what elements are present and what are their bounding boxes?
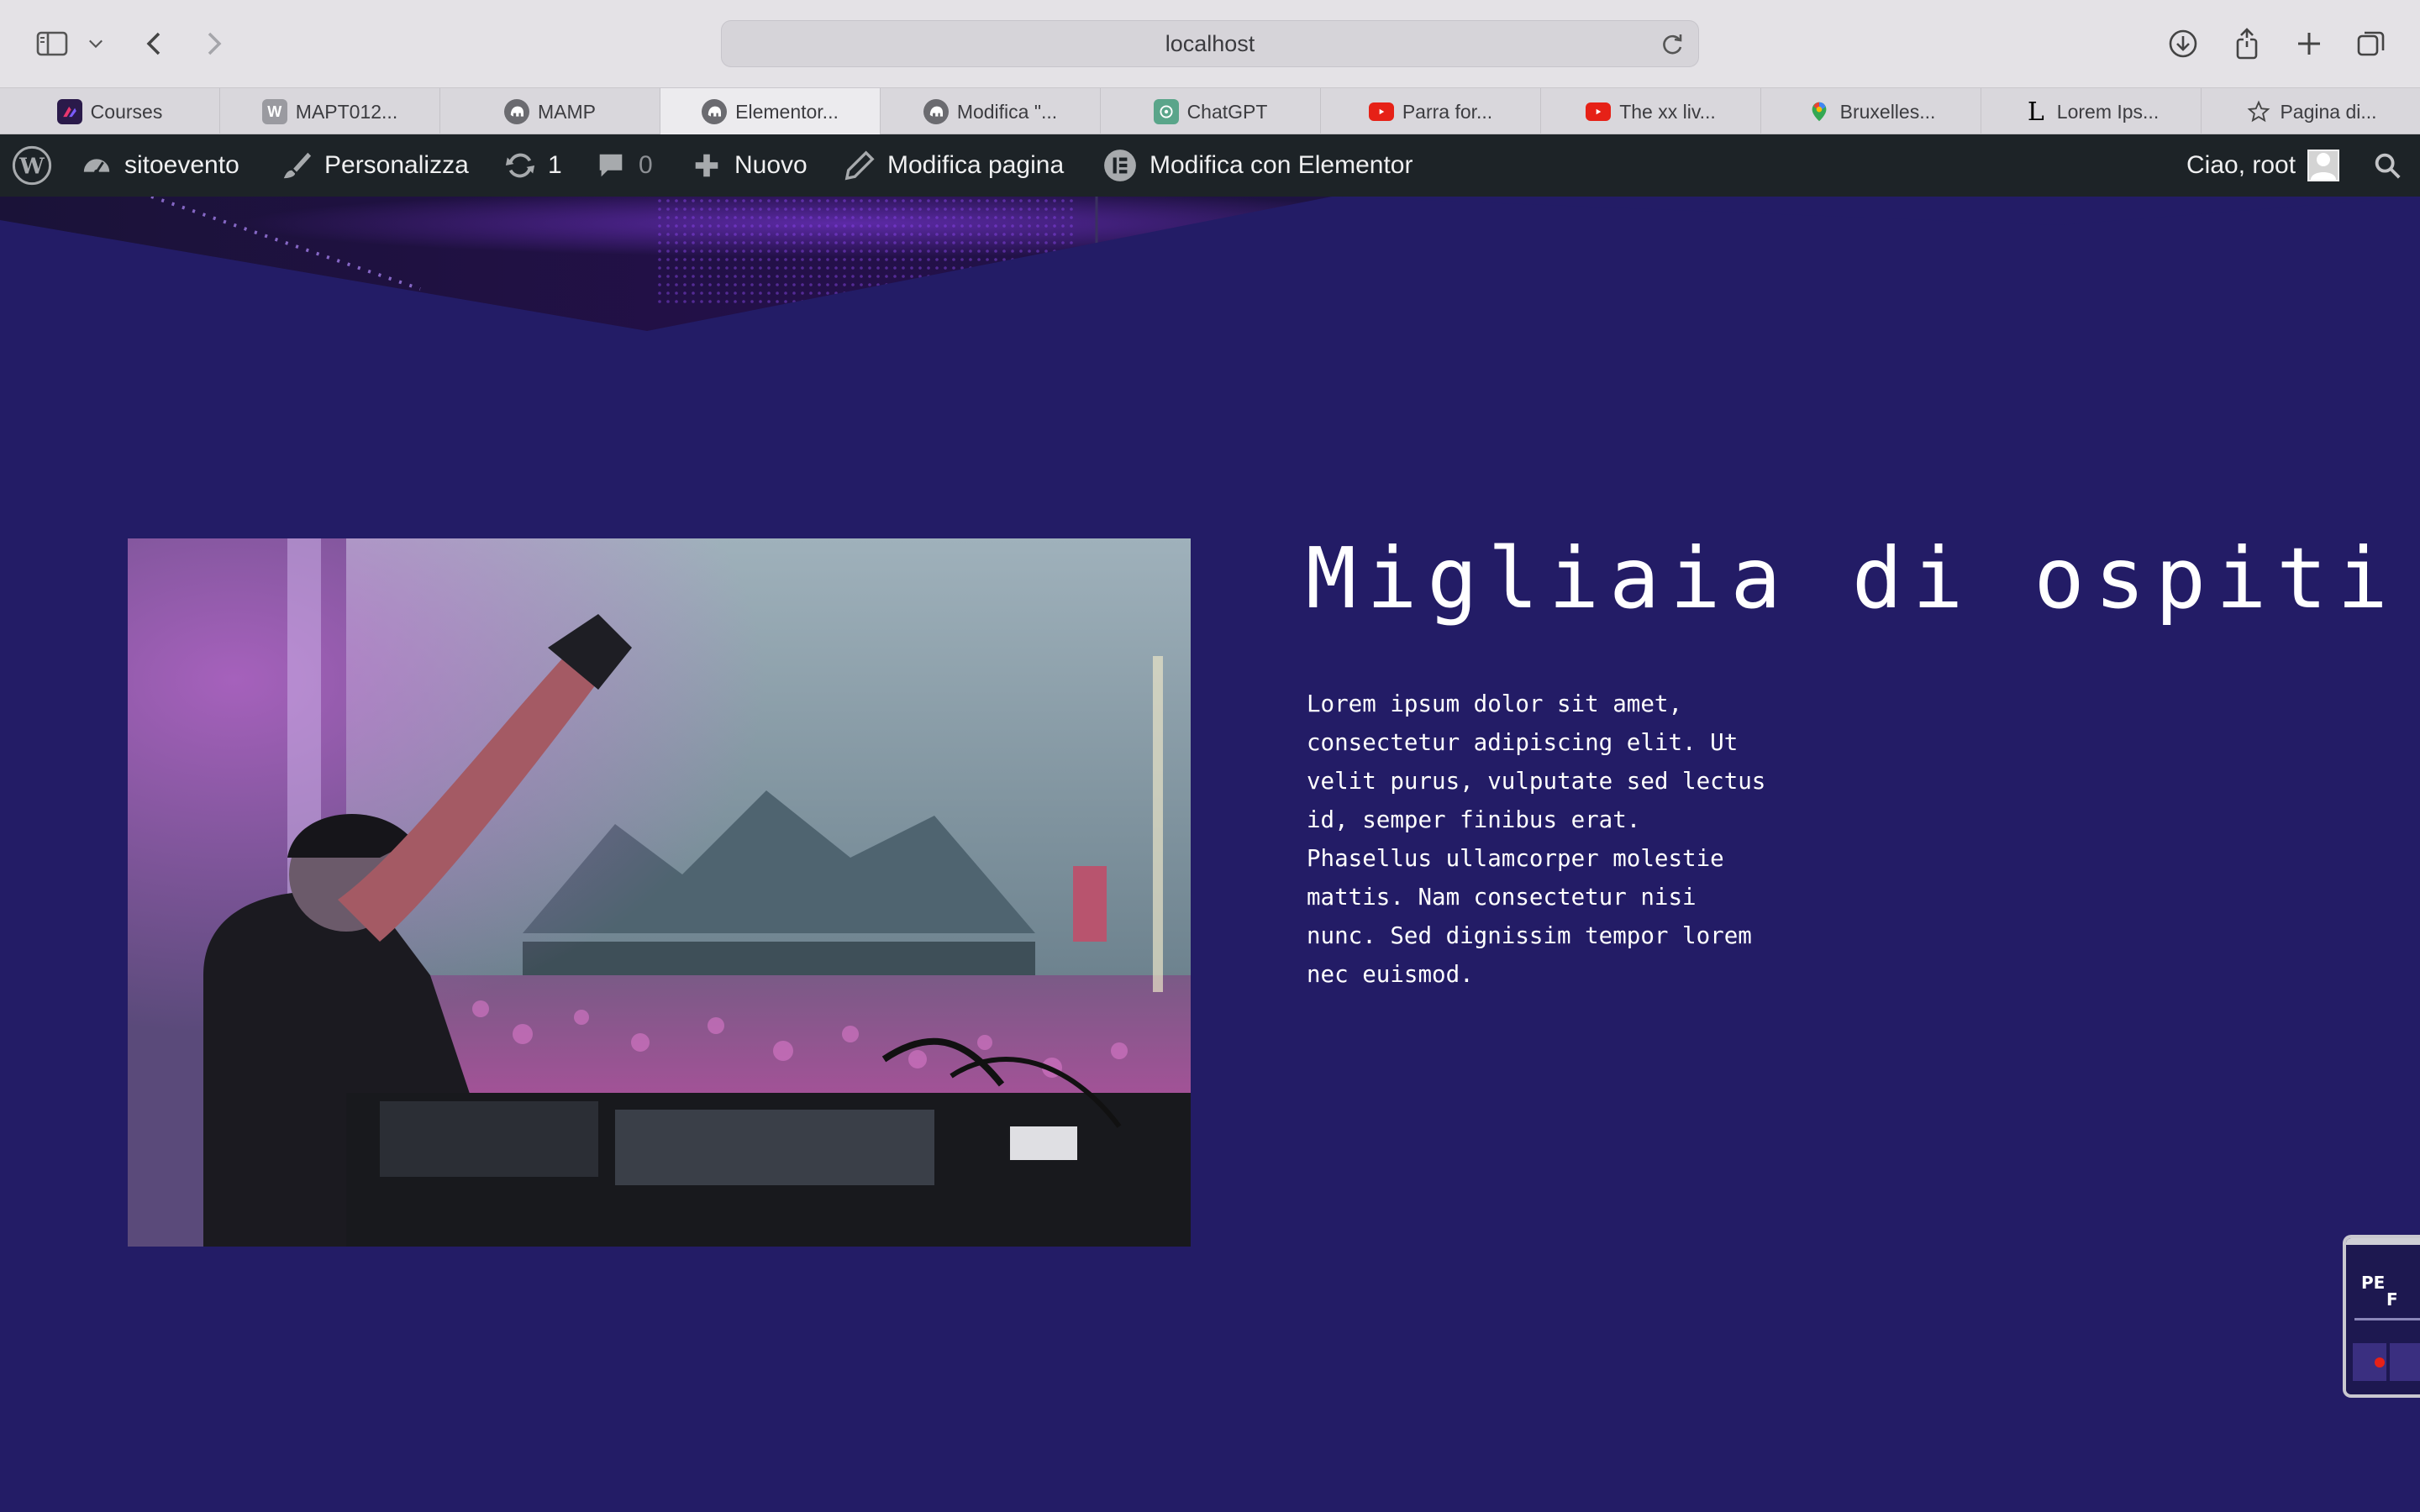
search-icon[interactable] — [2371, 134, 2403, 197]
forward-icon[interactable] — [192, 22, 235, 66]
section-heading: Migliaia di ospiti — [1306, 529, 2398, 627]
tab-label: Pagina di... — [2280, 100, 2377, 123]
chatgpt-icon — [1153, 99, 1179, 124]
comment-icon — [599, 154, 623, 177]
dj-photo — [128, 538, 1191, 1247]
new-label: Nuovo — [734, 151, 808, 179]
w-icon: W — [261, 99, 287, 124]
tab-bruxelles[interactable]: Bruxelles... — [1761, 88, 1981, 135]
svg-text:W: W — [18, 154, 45, 180]
elephant-icon — [504, 99, 529, 124]
tab-label: MAPT012... — [295, 100, 398, 123]
tab-lorem[interactable]: L Lorem Ips... — [1981, 88, 2202, 135]
tab-label: The xx liv... — [1619, 100, 1716, 123]
avatar — [2307, 150, 2340, 181]
updates-icon — [505, 153, 535, 178]
tab-label: Modifica "... — [956, 100, 1058, 123]
chevron-down-icon[interactable] — [81, 22, 111, 66]
new-tab-icon[interactable] — [2287, 22, 2331, 66]
tab-chatgpt[interactable]: ChatGPT — [1101, 88, 1321, 135]
tab-overview-icon[interactable] — [2349, 22, 2393, 66]
tab-elementor[interactable]: Elementor... — [660, 88, 881, 135]
tab-label: Bruxelles... — [1839, 100, 1936, 123]
tab-modifica[interactable]: Modifica "... — [881, 88, 1101, 135]
tab-label: MAMP — [538, 100, 596, 123]
tab-bar: Courses W MAPT012... MAMP Elementor... M… — [0, 87, 2420, 135]
comments-button[interactable]: 0 — [595, 134, 653, 197]
tab-label: Elementor... — [735, 100, 839, 123]
browser-toolbar: localhost — [0, 0, 2420, 87]
dashboard-icon — [83, 159, 110, 175]
edit-elementor-label: Modifica con Elementor — [1150, 151, 1413, 179]
reload-icon[interactable] — [1658, 30, 1686, 59]
edit-page-button[interactable]: Modifica pagina — [844, 134, 1064, 197]
customize-button[interactable]: Personalizza — [281, 134, 469, 197]
account-menu[interactable]: Ciao, root — [2186, 134, 2340, 197]
page-preview-thumbnail[interactable]: PE F — [2343, 1235, 2420, 1398]
tab-thexx[interactable]: The xx liv... — [1541, 88, 1761, 135]
svg-text:PE: PE — [2361, 1273, 2385, 1293]
plus-icon — [695, 154, 718, 177]
pencil-icon — [844, 150, 875, 181]
url-text: localhost — [1165, 30, 1255, 56]
brush-icon — [283, 152, 312, 179]
new-content-button[interactable]: Nuovo — [691, 134, 808, 197]
elementor-icon — [1104, 150, 1136, 181]
tab-mamp[interactable]: MAMP — [440, 88, 660, 135]
edit-page-label: Modifica pagina — [887, 151, 1065, 179]
star-icon — [2246, 99, 2271, 124]
section-body: Lorem ipsum dolor sit amet, consectetur … — [1307, 690, 1766, 988]
youtube-icon — [1368, 102, 1394, 121]
tab-label: Lorem Ips... — [2056, 100, 2160, 123]
youtube-icon — [1586, 102, 1612, 121]
address-bar[interactable]: localhost — [721, 20, 1699, 67]
updates-count: 1 — [548, 151, 562, 179]
customize-label: Personalizza — [324, 151, 469, 179]
courses-icon — [56, 99, 82, 124]
elephant-icon — [702, 99, 728, 124]
greeting: Ciao, root — [2186, 151, 2296, 179]
wordpress-logo-icon[interactable]: W — [12, 134, 52, 197]
download-icon[interactable] — [2161, 22, 2205, 66]
comments-count: 0 — [639, 151, 653, 179]
tab-pagina[interactable]: Pagina di... — [2202, 88, 2420, 135]
tab-label: Courses — [90, 100, 163, 123]
lorem-icon: L — [2027, 97, 2044, 127]
hero-background-strip — [0, 197, 2420, 331]
tab-label: Parra for... — [1402, 100, 1493, 123]
updates-button[interactable]: 1 — [504, 134, 562, 197]
wp-admin-bar: W sitoevento Personalizza 1 0 Nuovo Modi… — [0, 134, 2420, 197]
tab-mapt[interactable]: W MAPT012... — [220, 88, 440, 135]
tab-courses[interactable]: Courses — [0, 88, 220, 135]
site-name-menu[interactable]: sitoevento — [81, 134, 239, 197]
elephant-icon — [923, 99, 949, 124]
sidebar-toggle-icon[interactable] — [30, 22, 74, 66]
maps-icon — [1807, 99, 1832, 124]
tab-parra[interactable]: Parra for... — [1321, 88, 1541, 135]
tab-label: ChatGPT — [1186, 100, 1268, 123]
edit-with-elementor-button[interactable]: Modifica con Elementor — [1102, 134, 1413, 197]
site-name: sitoevento — [124, 151, 239, 179]
back-icon[interactable] — [133, 22, 176, 66]
svg-text:F: F — [2386, 1289, 2398, 1310]
share-icon[interactable] — [2225, 22, 2269, 66]
